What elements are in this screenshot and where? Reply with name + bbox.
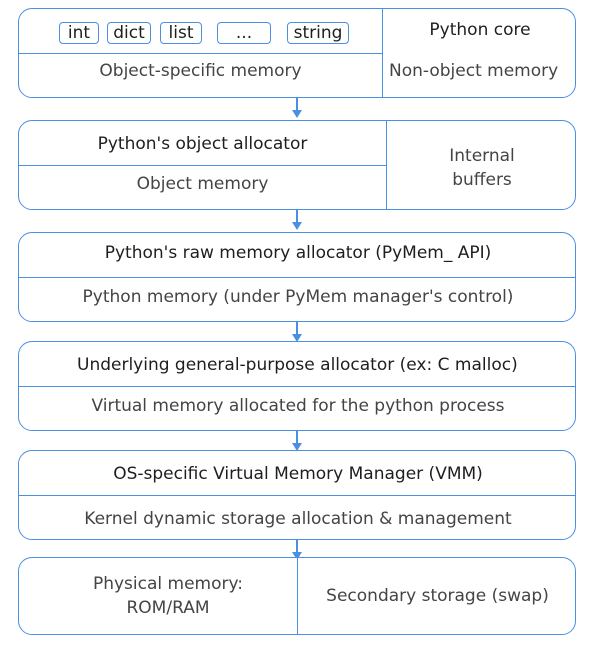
object-allocator-label: Python's object allocator <box>97 134 308 154</box>
non-object-memory-label: Non-object memory <box>389 61 559 81</box>
python-memory-label: Python memory (under PyMem manager's con… <box>82 287 514 307</box>
tag-ellipsis: ... <box>217 22 271 44</box>
layer-object-allocator: Python's object allocator Object memory … <box>18 120 576 210</box>
internal-buffers-label-line2: buffers <box>452 170 512 190</box>
python-core-label: Python core <box>429 20 531 40</box>
divider <box>19 277 575 279</box>
divider <box>19 165 386 167</box>
tag-string: string <box>287 22 349 44</box>
tag-list: list <box>160 22 202 44</box>
layer-os-vmm: OS-specific Virtual Memory Manager (VMM)… <box>18 450 576 540</box>
layer-raw-allocator: Python's raw memory allocator (PyMem_ AP… <box>18 232 576 322</box>
layer-general-allocator: Underlying general-purpose allocator (ex… <box>18 341 576 431</box>
layer-hardware-storage: Physical memory: ROM/RAM Secondary stora… <box>18 557 576 635</box>
internal-buffers-label-line1: Internal <box>449 146 515 166</box>
object-specific-memory-label: Object-specific memory <box>99 61 302 81</box>
divider <box>19 53 382 55</box>
divider <box>19 386 575 388</box>
divider <box>19 495 575 497</box>
virtual-memory-label: Virtual memory allocated for the python … <box>91 396 505 416</box>
kernel-storage-label: Kernel dynamic storage allocation & mana… <box>84 509 512 529</box>
object-memory-label: Object memory <box>136 174 269 194</box>
physical-memory-label-line2: ROM/RAM <box>126 598 210 618</box>
tag-dict: dict <box>107 22 151 44</box>
physical-memory-label-line1: Physical memory: <box>92 574 244 594</box>
raw-allocator-label: Python's raw memory allocator (PyMem_ AP… <box>104 243 492 263</box>
layer-object-specific: int dict list ... string Object-specific… <box>18 8 576 98</box>
tag-int: int <box>59 22 99 44</box>
secondary-storage-label: Secondary storage (swap) <box>326 586 549 606</box>
os-vmm-label: OS-specific Virtual Memory Manager (VMM) <box>113 464 483 484</box>
general-allocator-label: Underlying general-purpose allocator (ex… <box>77 355 518 375</box>
